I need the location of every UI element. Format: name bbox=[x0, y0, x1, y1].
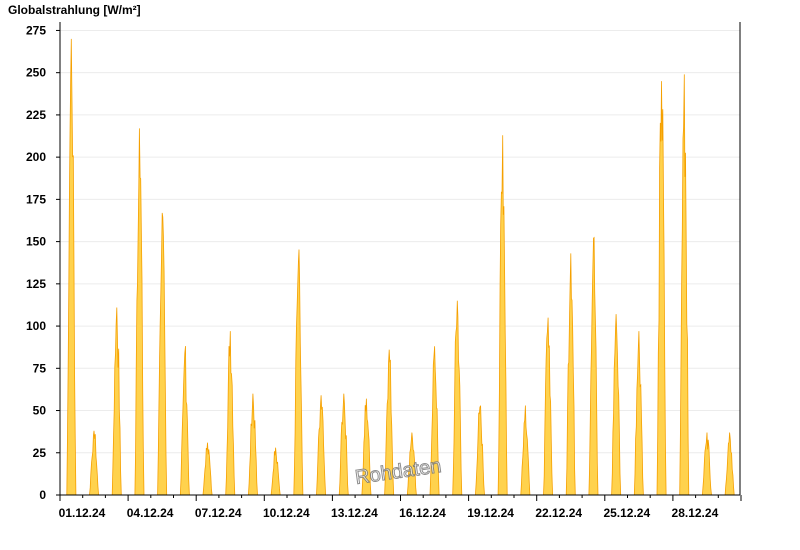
y-axis-title: Globalstrahlung [W/m²] bbox=[8, 3, 141, 17]
y-tick-label: 100 bbox=[26, 319, 46, 333]
x-tick-label: 01.12.24 bbox=[59, 506, 106, 520]
day-peak bbox=[225, 331, 236, 496]
x-tick-label: 07.12.24 bbox=[195, 506, 242, 520]
x-tick-label: 28.12.24 bbox=[672, 506, 719, 520]
day-peak bbox=[474, 405, 485, 496]
x-tick-labels: 01.12.24 04.12.24 07.12.24 10.12.24 13.12.24… bbox=[59, 506, 719, 520]
x-tick-label: 10.12.24 bbox=[263, 506, 310, 520]
day-peak bbox=[89, 430, 100, 496]
y-tick-label: 250 bbox=[26, 66, 46, 80]
day-peak bbox=[611, 314, 622, 496]
day-peak bbox=[134, 128, 145, 496]
day-peak bbox=[157, 212, 168, 496]
day-peak bbox=[656, 81, 667, 496]
day-peak bbox=[270, 447, 281, 496]
y-tick-label: 175 bbox=[26, 192, 46, 206]
y-tick-label: 75 bbox=[33, 361, 47, 375]
day-peak bbox=[247, 393, 258, 496]
day-peak bbox=[679, 74, 690, 496]
day-peak bbox=[520, 405, 531, 496]
day-peak bbox=[633, 331, 644, 496]
y-tick-label: 50 bbox=[33, 404, 47, 418]
x-tick-label: 16.12.24 bbox=[399, 506, 446, 520]
y-tick-label: 150 bbox=[26, 235, 46, 249]
day-peak bbox=[724, 432, 735, 496]
y-tick-label: 0 bbox=[39, 488, 46, 502]
y-tick-label: 200 bbox=[26, 150, 46, 164]
radiation-chart: Globalstrahlung [W/m²] 0 25 50 75 100 125 150 1… bbox=[8, 3, 742, 520]
series-area bbox=[66, 38, 735, 496]
day-peak bbox=[66, 38, 77, 496]
x-tick-label: 25.12.24 bbox=[603, 506, 650, 520]
x-tick-label: 04.12.24 bbox=[127, 506, 174, 520]
y-tick-label: 275 bbox=[26, 23, 46, 37]
y-tick-label: 225 bbox=[26, 108, 46, 122]
day-peak bbox=[701, 432, 712, 496]
day-peak bbox=[202, 442, 213, 496]
y-tick-label: 125 bbox=[26, 277, 46, 291]
day-peak bbox=[543, 317, 554, 496]
day-peak bbox=[588, 236, 599, 496]
x-tick-label: 13.12.24 bbox=[331, 506, 378, 520]
x-tick-label: 22.12.24 bbox=[535, 506, 582, 520]
y-tick-labels: 0 25 50 75 100 125 150 175 200 225 250 275 bbox=[26, 23, 46, 502]
day-peak bbox=[452, 300, 463, 496]
day-peak bbox=[338, 393, 349, 496]
day-peak bbox=[497, 135, 508, 496]
y-tick-label: 25 bbox=[33, 446, 47, 460]
day-peak bbox=[565, 253, 576, 496]
x-tick-label: 19.12.24 bbox=[467, 506, 514, 520]
day-peak bbox=[111, 307, 122, 496]
day-peak bbox=[293, 249, 304, 496]
